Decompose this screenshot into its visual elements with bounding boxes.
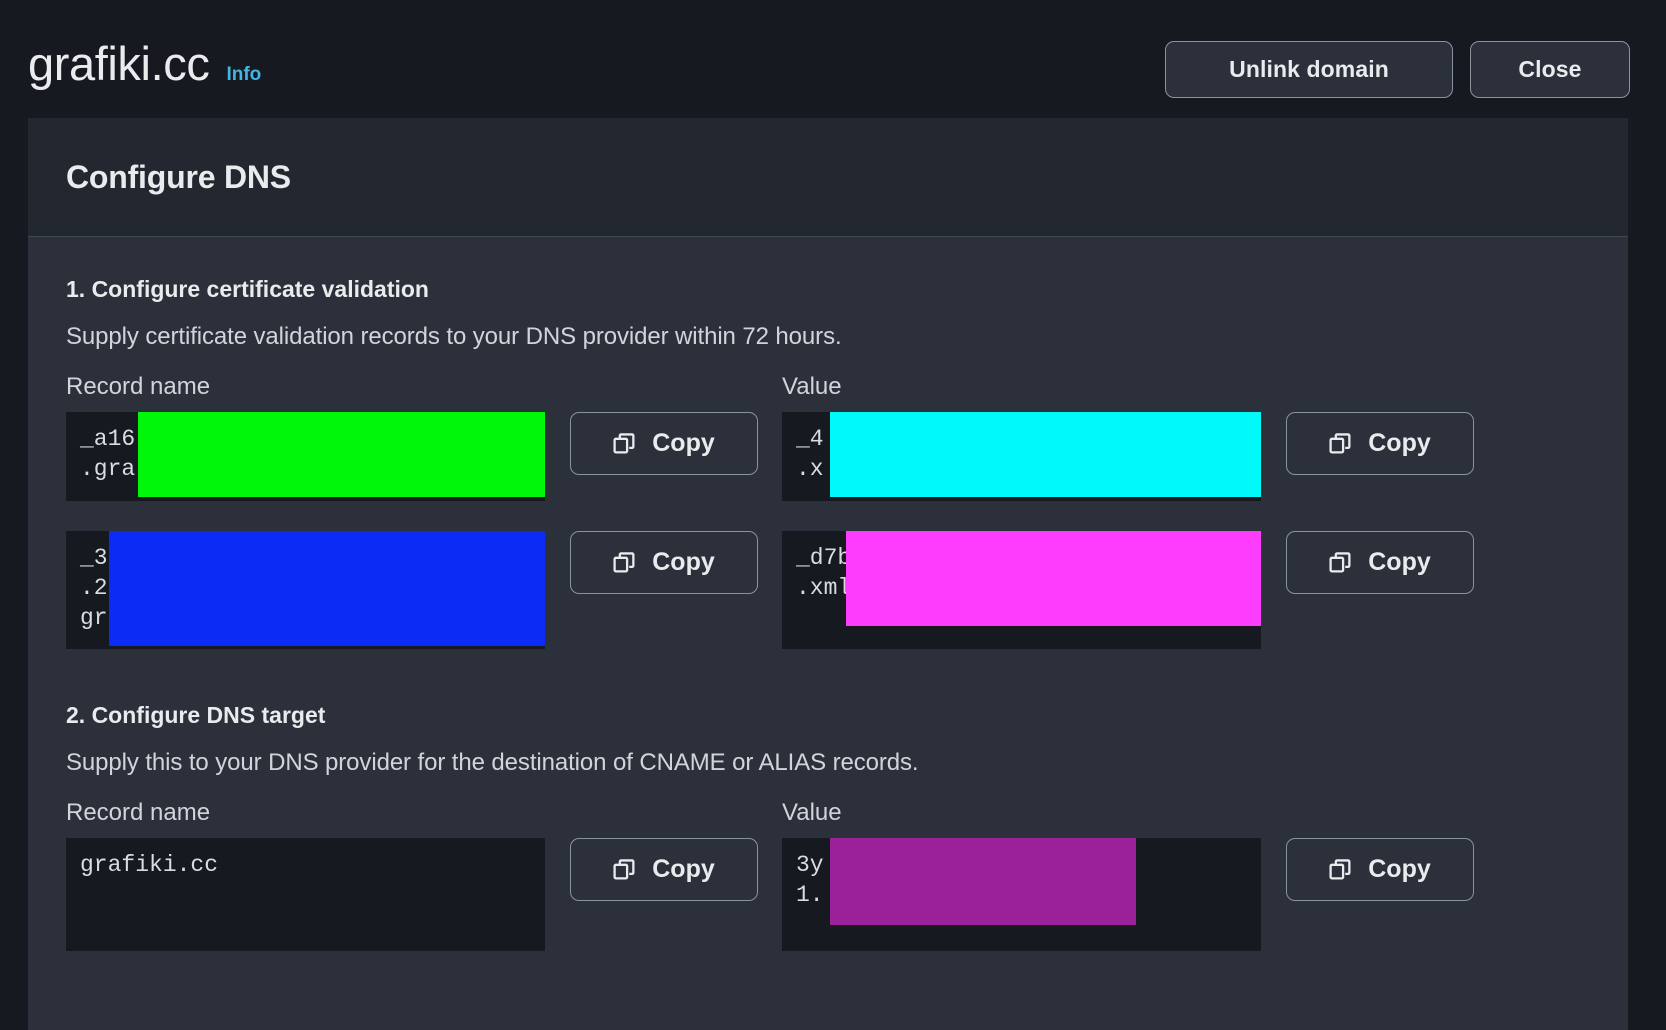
close-button[interactable]: Close [1470,41,1630,98]
section-1-description: Supply certificate validation records to… [66,323,842,350]
section-1-title: 1. Configure certificate validation [66,276,429,302]
unlink-domain-button[interactable]: Unlink domain [1165,41,1453,98]
copy-button-label: Copy [652,429,715,457]
copy-button-label: Copy [1368,855,1431,883]
value-field[interactable]: 3y 1. [782,838,1261,951]
row-spacer [782,501,1261,531]
record-name-field[interactable]: grafiki.cc [66,838,545,951]
top-bar-actions: Unlink domain Close [1165,41,1630,98]
value-field[interactable]: _d7b .xml [782,531,1261,649]
copy-button-label: Copy [1368,429,1431,457]
redacted-overlay [846,531,1261,626]
copy-record-name-button[interactable]: Copy [569,531,758,594]
top-bar: grafiki.cc Info Unlink domain Close [0,0,1666,118]
redacted-overlay [138,412,545,497]
copy-button-label: Copy [1368,548,1431,576]
copy-icon [613,859,635,880]
copy-cell: Copy [1261,838,1498,951]
section-certificate-validation: 1. Configure certificate validation Supp… [66,237,1590,649]
copy-cell: Copy [1261,412,1498,501]
redacted-overlay [830,838,1136,925]
copy-icon [1329,433,1351,454]
configure-dns-panel: Configure DNS 1. Configure certificate v… [28,118,1628,1030]
copy-button-label: Copy [652,548,715,576]
section-2-title: 2. Configure DNS target [66,702,326,728]
copy-cell: Copy [545,531,782,649]
copy-icon [1329,552,1351,573]
row-spacer [545,501,782,531]
row-spacer [1261,501,1498,531]
panel-body: 1. Configure certificate validation Supp… [28,237,1628,951]
info-link[interactable]: Info [226,65,261,84]
copy-cell: Copy [545,838,782,951]
record-name-column-header: Record name [66,373,211,400]
copy-button-label: Copy [652,855,715,883]
copy-record-name-button[interactable]: Copy [569,838,758,901]
title-group: grafiki.cc Info [28,40,261,87]
copy-record-name-button[interactable]: Copy [569,412,758,475]
copy-icon [1329,859,1351,880]
section-2-record-grid: Record name Value grafiki.cc Copy 3y 1. [66,799,1590,951]
copy-value-button[interactable]: Copy [1285,838,1474,901]
panel-header: Configure DNS [28,118,1628,237]
section-dns-target: 2. Configure DNS target Supply this to y… [66,649,1590,951]
row-spacer [66,501,545,531]
record-name-field[interactable]: _3 .2 gr [66,531,545,649]
redacted-overlay [109,531,545,646]
value-column-header: Value [782,373,842,400]
value-field[interactable]: _4 .x [782,412,1261,501]
section-2-description: Supply this to your DNS provider for the… [66,749,919,776]
copy-value-button[interactable]: Copy [1285,531,1474,594]
record-name-field[interactable]: _a16 .gra [66,412,545,501]
copy-cell: Copy [545,412,782,501]
section-1-record-grid: Record name Value _a16 .gra Copy _4 .x C… [66,373,1590,649]
page-title: grafiki.cc [28,37,210,90]
value-column-header: Value [782,799,842,826]
copy-icon [613,552,635,573]
redacted-overlay [830,412,1261,497]
panel-title: Configure DNS [66,158,291,195]
copy-cell: Copy [1261,531,1498,649]
copy-icon [613,433,635,454]
copy-value-button[interactable]: Copy [1285,412,1474,475]
record-name-column-header: Record name [66,799,211,826]
